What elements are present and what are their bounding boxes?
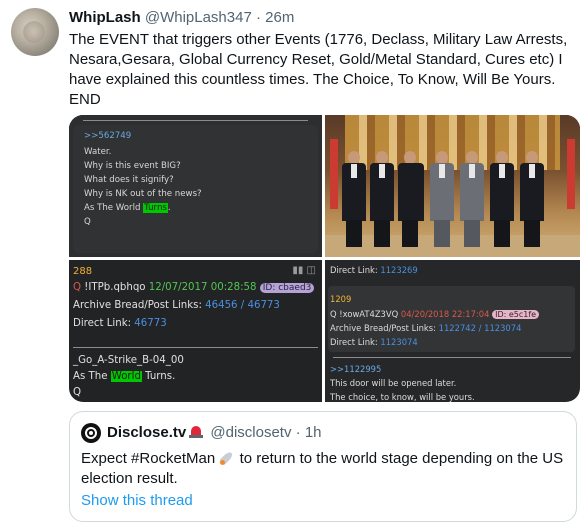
post-line: This door will be opened later. xyxy=(330,378,457,388)
archive-link: 46773 xyxy=(247,300,280,311)
archive-link: 46456 xyxy=(205,300,238,311)
siren-icon xyxy=(189,424,204,439)
flag xyxy=(567,139,575,209)
toolbar-icons: ▮▮ ◫ xyxy=(292,265,316,276)
media-image-group-photo[interactable] xyxy=(325,115,580,257)
group-photo xyxy=(325,115,580,257)
post-line: Why is this event BIG? xyxy=(84,161,181,171)
quoted-author-name[interactable]: Disclose.tv xyxy=(107,424,186,441)
flag xyxy=(330,139,338,209)
direct-label: Direct Link: xyxy=(330,337,378,347)
post-reference: >>562749 xyxy=(84,131,132,141)
post-q: Q xyxy=(73,282,82,293)
media-grid: >>562749 Water. Why is this event BIG? W… xyxy=(69,115,580,402)
post-line-suffix: Turns. xyxy=(145,371,176,382)
archive-links: Archive Bread/Post Links: 1122742 / 1123… xyxy=(330,323,521,333)
quoted-text: Expect #RocketMan to return to the world… xyxy=(81,449,571,489)
q-post-card: >>562749 Water. Why is this event BIG? W… xyxy=(69,115,322,257)
post-signature: Q xyxy=(84,217,91,227)
archive-slash: / xyxy=(478,323,482,333)
post-line-prefix: As The World xyxy=(84,203,144,213)
direct-link: 46773 xyxy=(134,318,167,329)
tweet-text-line: The EVENT that triggers other Events (17… xyxy=(69,31,568,48)
divider xyxy=(333,357,571,358)
author-handle[interactable]: @WhipLash347 xyxy=(145,9,252,26)
archive-label: Archive Bread/Post Links: xyxy=(73,300,202,311)
quoted-tweet[interactable]: Disclose.tv @disclosetv · 1h Expect #Roc… xyxy=(69,411,577,522)
post-line: _Go_A-Strike_B-04_00 xyxy=(73,355,184,366)
divider xyxy=(83,120,308,121)
direct-link: 1123074 xyxy=(380,337,418,347)
highlight-turns: Turns xyxy=(143,203,168,213)
post-line-suffix: . xyxy=(167,203,171,213)
post-meta: Q !ITPb.qbhqo 12/07/2017 00:28:58 ID: cb… xyxy=(73,282,315,293)
tweet-text: The EVENT that triggers other Events (17… xyxy=(69,30,574,110)
post-meta: Q !xowAT4Z3VQ 04/20/2018 22:17:04 ID: e5… xyxy=(330,309,540,319)
archive-links: Archive Bread/Post Links: 46456 / 46773 xyxy=(73,300,280,311)
person xyxy=(459,151,485,247)
person xyxy=(369,151,395,247)
direct-label: Direct Link: xyxy=(330,265,378,275)
post-line: What does it signify? xyxy=(84,175,174,185)
post-line-highlight: As The World Turns. xyxy=(84,203,171,213)
highlight-world: World xyxy=(110,371,142,382)
post-line: The choice, to know, will be yours. xyxy=(330,392,475,402)
rocket-icon xyxy=(219,450,235,466)
tweet-header: WhipLash @WhipLash347 · 26m xyxy=(69,9,294,26)
person xyxy=(397,151,425,247)
archive-link: 1122742 xyxy=(438,323,476,333)
media-image-q-drop-288[interactable]: 288 ▮▮ ◫ Q !ITPb.qbhqo 12/07/2017 00:28:… xyxy=(69,260,322,402)
post-signature: Q xyxy=(73,387,82,398)
person xyxy=(489,151,515,247)
quoted-text-part: to return to the world stage depending o… xyxy=(235,450,564,467)
tweet-timestamp[interactable]: 26m xyxy=(265,9,294,26)
divider xyxy=(73,347,318,348)
author-name[interactable]: WhipLash xyxy=(69,9,141,26)
person xyxy=(429,151,455,247)
person xyxy=(341,151,367,247)
post-line: Water. xyxy=(84,147,112,157)
quoted-avatar[interactable] xyxy=(81,423,101,443)
poster-id-badge: ID: cbaed3 xyxy=(259,283,315,293)
show-this-thread-link[interactable]: Show this thread xyxy=(81,492,193,509)
post-reference: >>1122995 xyxy=(330,364,382,374)
archive-link: 1123074 xyxy=(484,323,522,333)
tweet-text-line: have explained this countless times. The… xyxy=(69,71,556,88)
post-date: 12/07/2017 00:28:58 xyxy=(148,282,257,293)
archive-slash: / xyxy=(240,300,245,311)
post-number: 1209 xyxy=(330,294,352,304)
avatar[interactable] xyxy=(11,8,59,56)
post-line-highlight: As The World Turns. xyxy=(73,371,175,382)
post-date: 04/20/2018 22:17:04 xyxy=(400,309,490,319)
separator-dot: · xyxy=(295,424,301,441)
quoted-text-part: Expect #RocketMan xyxy=(81,450,216,467)
media-image-q-drop-water[interactable]: >>562749 Water. Why is this event BIG? W… xyxy=(69,115,322,257)
tripcode: !ITPb.qbhqo xyxy=(84,282,146,293)
archive-label: Archive Bread/Post Links: xyxy=(330,323,436,333)
quoted-text-part: election result. xyxy=(81,470,178,487)
post-line-prefix: As The xyxy=(73,371,108,382)
tweet-text-line: Nesara,Gesara, Global Currency Reset, Go… xyxy=(69,51,563,68)
direct-label: Direct Link: xyxy=(73,318,132,329)
post-line: Why is NK out of the news? xyxy=(84,189,202,199)
tweet-text-line: END xyxy=(69,91,101,108)
person xyxy=(519,151,545,247)
direct-link: 1123269 xyxy=(380,265,418,275)
quoted-timestamp[interactable]: 1h xyxy=(305,424,322,441)
quoted-header: Disclose.tv @disclosetv · 1h xyxy=(107,424,322,441)
media-image-q-drop-1209[interactable]: Direct Link: 1123269 1209 Q !xowAT4Z3VQ … xyxy=(325,260,580,402)
post-number: 288 xyxy=(73,266,93,277)
direct-link-row: Direct Link: 46773 xyxy=(73,318,167,329)
direct-link-row: Direct Link: 1123269 xyxy=(330,265,418,275)
post-q: Q xyxy=(330,309,337,319)
poster-id-badge: ID: e5c1fe xyxy=(492,310,540,319)
separator-dot: · xyxy=(255,9,261,26)
tripcode: !xowAT4Z3VQ xyxy=(339,309,399,319)
quoted-author-handle[interactable]: @disclosetv xyxy=(210,424,291,441)
direct-link-row: Direct Link: 1123074 xyxy=(330,337,418,347)
